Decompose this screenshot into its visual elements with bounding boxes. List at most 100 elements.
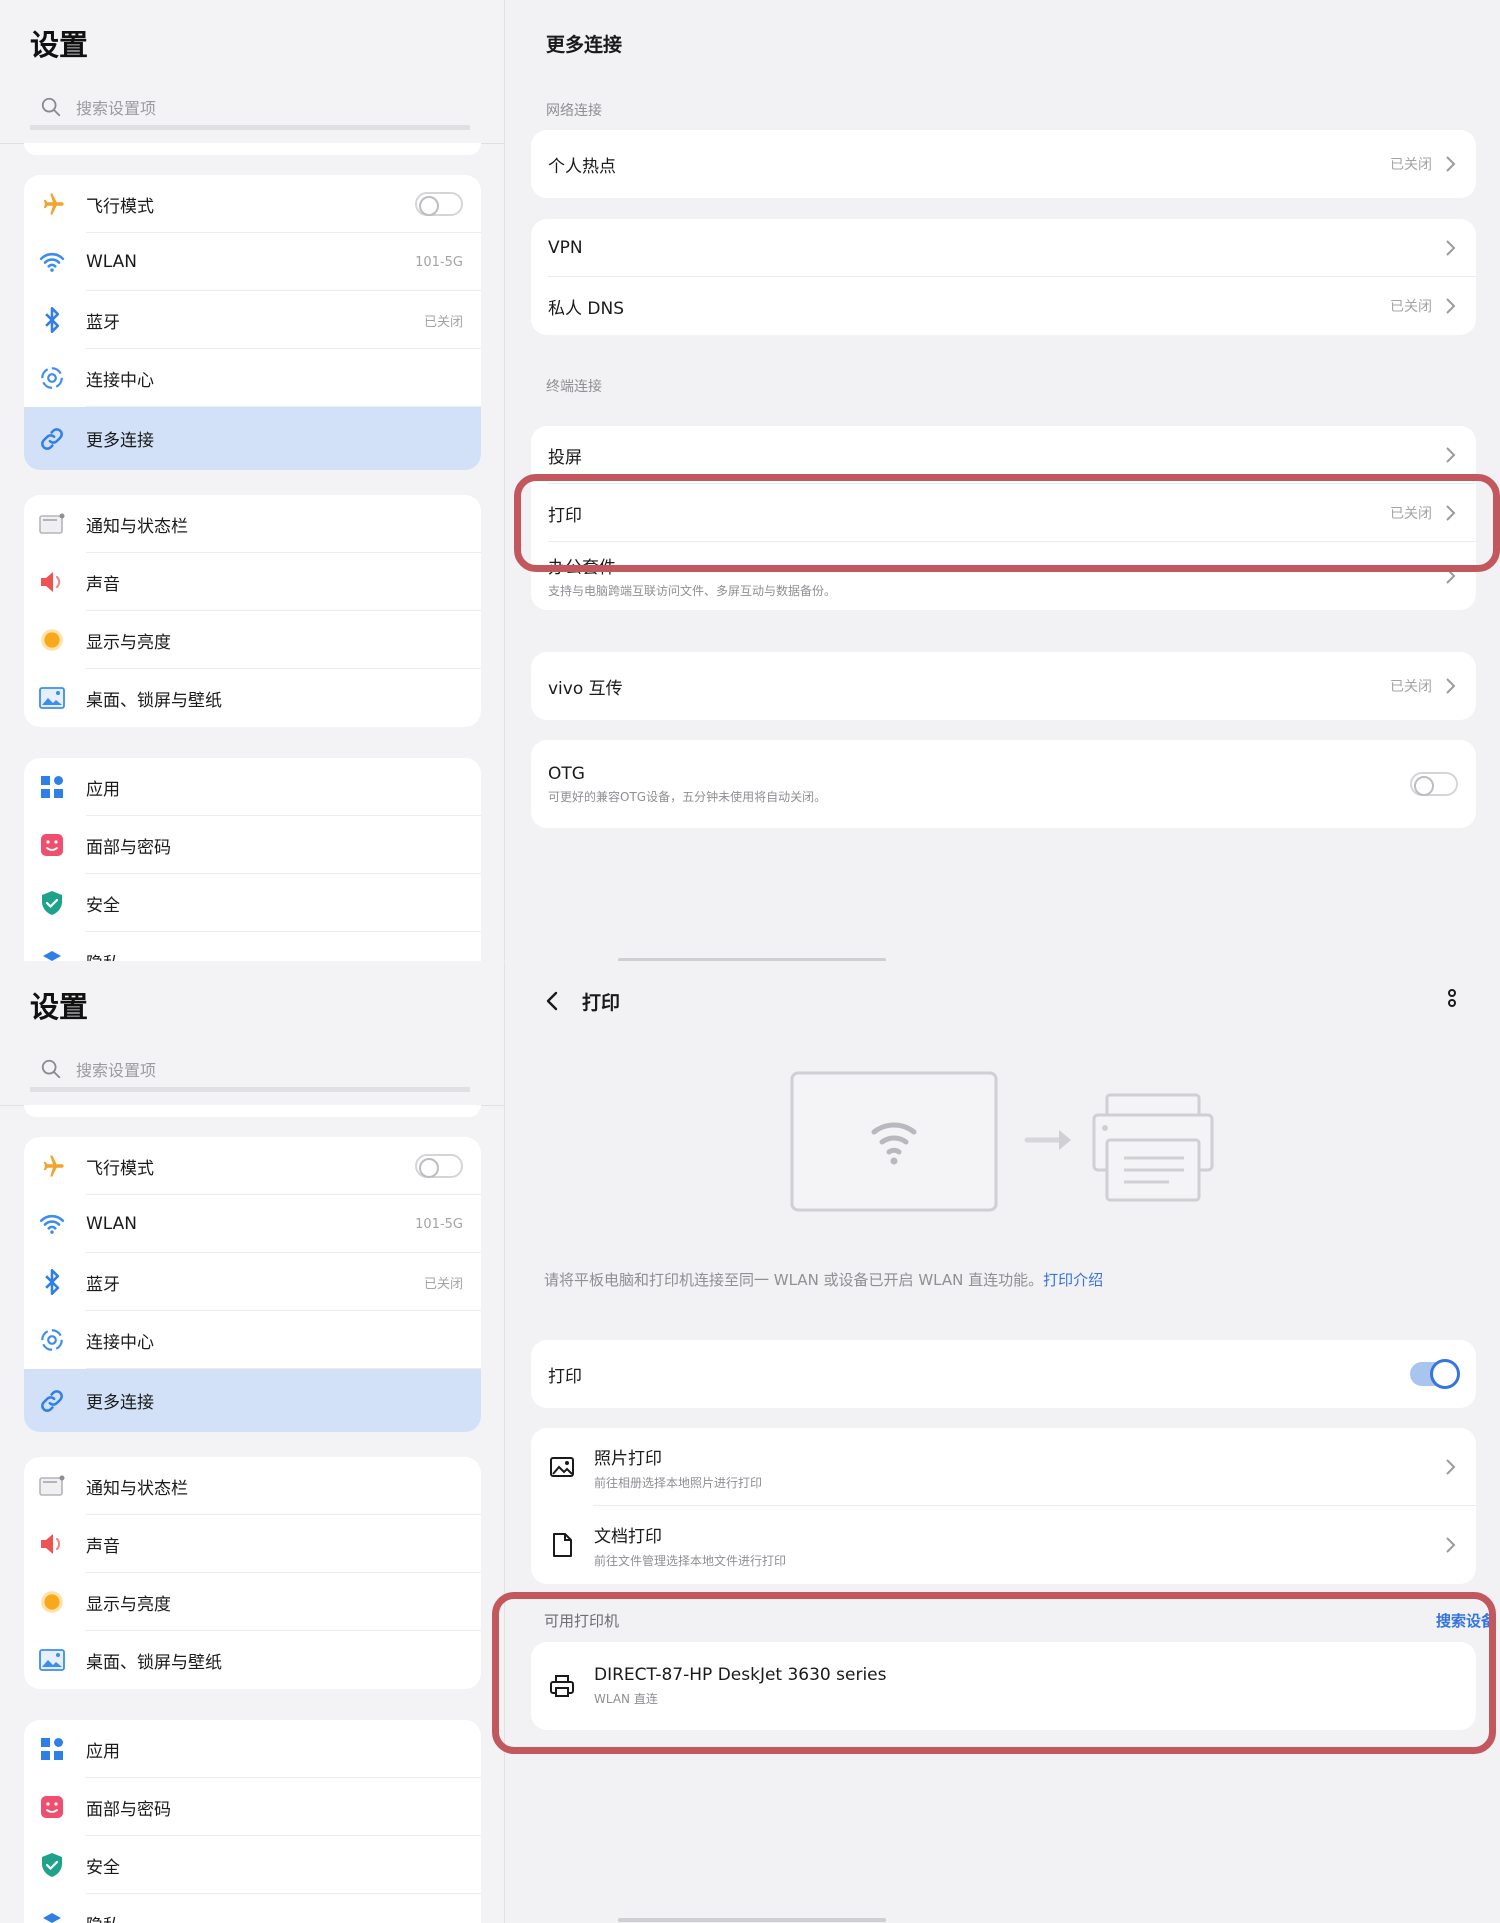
- print-intro-link[interactable]: 打印介绍: [1043, 1271, 1103, 1289]
- sidebar-item-bluetooth[interactable]: 蓝牙 已关闭: [24, 291, 481, 349]
- speaker-icon: [38, 568, 66, 596]
- sidebar-item-airplane[interactable]: 飞行模式: [24, 175, 481, 233]
- terminal-card: 投屏 打印 已关闭 办公套件 支持与电脑跨端互联访问文件、多屏互动与数据备份。: [531, 426, 1476, 610]
- bluetooth-icon: [38, 1268, 66, 1296]
- printer-connection-type: WLAN 直连: [594, 1692, 658, 1706]
- sidebar-item-airplane[interactable]: 飞行模式: [24, 1137, 481, 1195]
- bluetooth-value: 已关闭: [423, 1276, 463, 1292]
- sidebar-item-sound[interactable]: 声音: [24, 1515, 481, 1573]
- printer-item[interactable]: DIRECT-87-HP DeskJet 3630 series WLAN 直连: [531, 1642, 1476, 1730]
- sidebar-item-connection-center[interactable]: 连接中心: [24, 349, 481, 407]
- search-icon: [41, 1059, 61, 1078]
- sidebar-item-display[interactable]: 显示与亮度: [24, 611, 481, 669]
- chevron-right-icon: [1446, 505, 1456, 521]
- sidebar-item-display[interactable]: 显示与亮度: [24, 1573, 481, 1631]
- sidebar-item-wallpaper[interactable]: 桌面、锁屏与壁纸: [24, 669, 481, 727]
- print-toggle[interactable]: [1410, 1359, 1460, 1389]
- image-icon: [550, 1457, 574, 1477]
- sidebar-item-label: WLAN: [86, 1214, 138, 1234]
- sidebar-item-more-connections[interactable]: 更多连接: [24, 1369, 481, 1432]
- vpn-dns-card: VPN 私人 DNS 已关闭: [531, 219, 1476, 335]
- page-title: 更多连接: [546, 34, 623, 56]
- sidebar-item-security[interactable]: 安全: [24, 1836, 481, 1894]
- otg-row[interactable]: OTG 可更好的兼容OTG设备，五分钟未使用将自动关闭。: [531, 740, 1476, 828]
- bluetooth-icon: [38, 306, 66, 334]
- sidebar-item-bluetooth[interactable]: 蓝牙 已关闭: [24, 1253, 481, 1311]
- privacy-icon: [38, 1909, 66, 1923]
- row-subtitle: 可更好的兼容OTG设备，五分钟未使用将自动关闭。: [548, 789, 827, 804]
- sidebar-item-label: 桌面、锁屏与壁纸: [86, 1652, 222, 1673]
- sidebar-item-label: 显示与亮度: [86, 1594, 171, 1615]
- sidebar-item-more-connections[interactable]: 更多连接: [24, 407, 481, 470]
- search-input[interactable]: 搜索设置项: [30, 88, 470, 130]
- link-icon: [38, 425, 66, 453]
- chevron-right-icon: [1446, 1459, 1456, 1475]
- sidebar-item-wlan[interactable]: WLAN 101-5G: [24, 1195, 481, 1253]
- chevron-right-icon: [1446, 240, 1456, 256]
- sidebar-item-apps[interactable]: 应用: [24, 758, 481, 816]
- print-toggle-row[interactable]: 打印: [531, 1340, 1476, 1408]
- sidebar-item-label: 声音: [86, 1536, 120, 1557]
- row-subtitle: 前往文件管理选择本地文件进行打印: [594, 1553, 787, 1568]
- sidebar-item-notifications[interactable]: 通知与状态栏: [24, 1457, 481, 1515]
- sidebar-item-label: 面部与密码: [86, 837, 171, 858]
- sidebar-item-label: 连接中心: [86, 1332, 154, 1353]
- cast-row[interactable]: 投屏: [531, 426, 1476, 484]
- display-group: 通知与状态栏 声音 显示与亮度 桌面、锁屏与壁纸: [24, 495, 481, 727]
- airplane-toggle[interactable]: [415, 1154, 463, 1178]
- shield-icon: [38, 1851, 66, 1879]
- sidebar-item-security[interactable]: 安全: [24, 874, 481, 932]
- sidebar-item-connection-center[interactable]: 连接中心: [24, 1311, 481, 1369]
- back-arrow-icon[interactable]: [542, 990, 564, 1012]
- row-label: 打印: [548, 505, 582, 526]
- sidebar-item-wallpaper[interactable]: 桌面、锁屏与壁纸: [24, 1631, 481, 1689]
- more-connections-panel: 更多连接 网络连接 个人热点 已关闭 VPN 私人 DNS 已关闭 终端连接 投…: [506, 0, 1500, 961]
- sidebar-item-wlan[interactable]: WLAN 101-5G: [24, 233, 481, 291]
- face-icon: [38, 1793, 66, 1821]
- sidebar-item-privacy[interactable]: 隐私: [24, 932, 481, 961]
- sidebar-item-face-password[interactable]: 面部与密码: [24, 816, 481, 874]
- otg-card: OTG 可更好的兼容OTG设备，五分钟未使用将自动关闭。: [531, 740, 1476, 828]
- search-input[interactable]: 搜索设置项: [30, 1050, 470, 1092]
- sidebar-item-label: 连接中心: [86, 370, 154, 391]
- sidebar-item-notifications[interactable]: 通知与状态栏: [24, 495, 481, 553]
- wlan-value: 101-5G: [415, 254, 463, 270]
- speaker-icon: [38, 1530, 66, 1558]
- chevron-right-icon: [1446, 156, 1456, 172]
- row-label: vivo 互传: [548, 678, 623, 699]
- photo-print-row[interactable]: 照片打印 前往相册选择本地照片进行打印: [531, 1428, 1476, 1506]
- page-title: 打印: [582, 992, 621, 1014]
- hotspot-row[interactable]: 个人热点 已关闭: [531, 130, 1476, 198]
- row-label: VPN: [548, 238, 583, 258]
- search-devices-button[interactable]: 搜索设备: [1436, 1610, 1496, 1631]
- more-options-icon[interactable]: [1441, 988, 1463, 1014]
- connectivity-group: 飞行模式 WLAN 101-5G 蓝牙 已关闭 连接中心 更多连接: [24, 1137, 481, 1432]
- hotspot-card: 个人热点 已关闭: [531, 130, 1476, 198]
- row-label: 私人 DNS: [548, 298, 625, 319]
- airplane-icon: [38, 190, 66, 218]
- description-text: 请将平板电脑和打印机连接至同一 WLAN 或设备已开启 WLAN 直连功能。: [544, 1271, 1044, 1289]
- airplane-toggle[interactable]: [415, 192, 463, 216]
- row-label: 办公套件: [548, 558, 616, 578]
- vpn-row[interactable]: VPN: [531, 219, 1476, 277]
- sidebar-item-label: 更多连接: [86, 431, 154, 451]
- document-print-row[interactable]: 文档打印 前往文件管理选择本地文件进行打印: [531, 1506, 1476, 1584]
- sidebar-item-label: 蓝牙: [86, 1274, 120, 1295]
- print-row[interactable]: 打印 已关闭: [531, 484, 1476, 542]
- sidebar-item-label: 更多连接: [86, 1393, 154, 1413]
- office-suite-row[interactable]: 办公套件 支持与电脑跨端互联访问文件、多屏互动与数据备份。: [531, 542, 1476, 610]
- sidebar-item-label: 隐私: [86, 1911, 481, 1923]
- otg-toggle[interactable]: [1410, 772, 1458, 796]
- row-label: 个人热点: [548, 156, 616, 177]
- sidebar-item-face-password[interactable]: 面部与密码: [24, 1778, 481, 1836]
- sidebar-item-sound[interactable]: 声音: [24, 553, 481, 611]
- vivo-share-card: vivo 互传 已关闭: [531, 652, 1476, 720]
- apps-icon: [38, 773, 66, 801]
- sidebar-item-apps[interactable]: 应用: [24, 1720, 481, 1778]
- chevron-right-icon: [1446, 298, 1456, 314]
- row-value: 已关闭: [1390, 679, 1432, 695]
- private-dns-row[interactable]: 私人 DNS 已关闭: [531, 277, 1476, 335]
- privacy-icon: [38, 947, 66, 961]
- sidebar-item-privacy[interactable]: 隐私: [24, 1894, 481, 1923]
- vivo-share-row[interactable]: vivo 互传 已关闭: [531, 652, 1476, 720]
